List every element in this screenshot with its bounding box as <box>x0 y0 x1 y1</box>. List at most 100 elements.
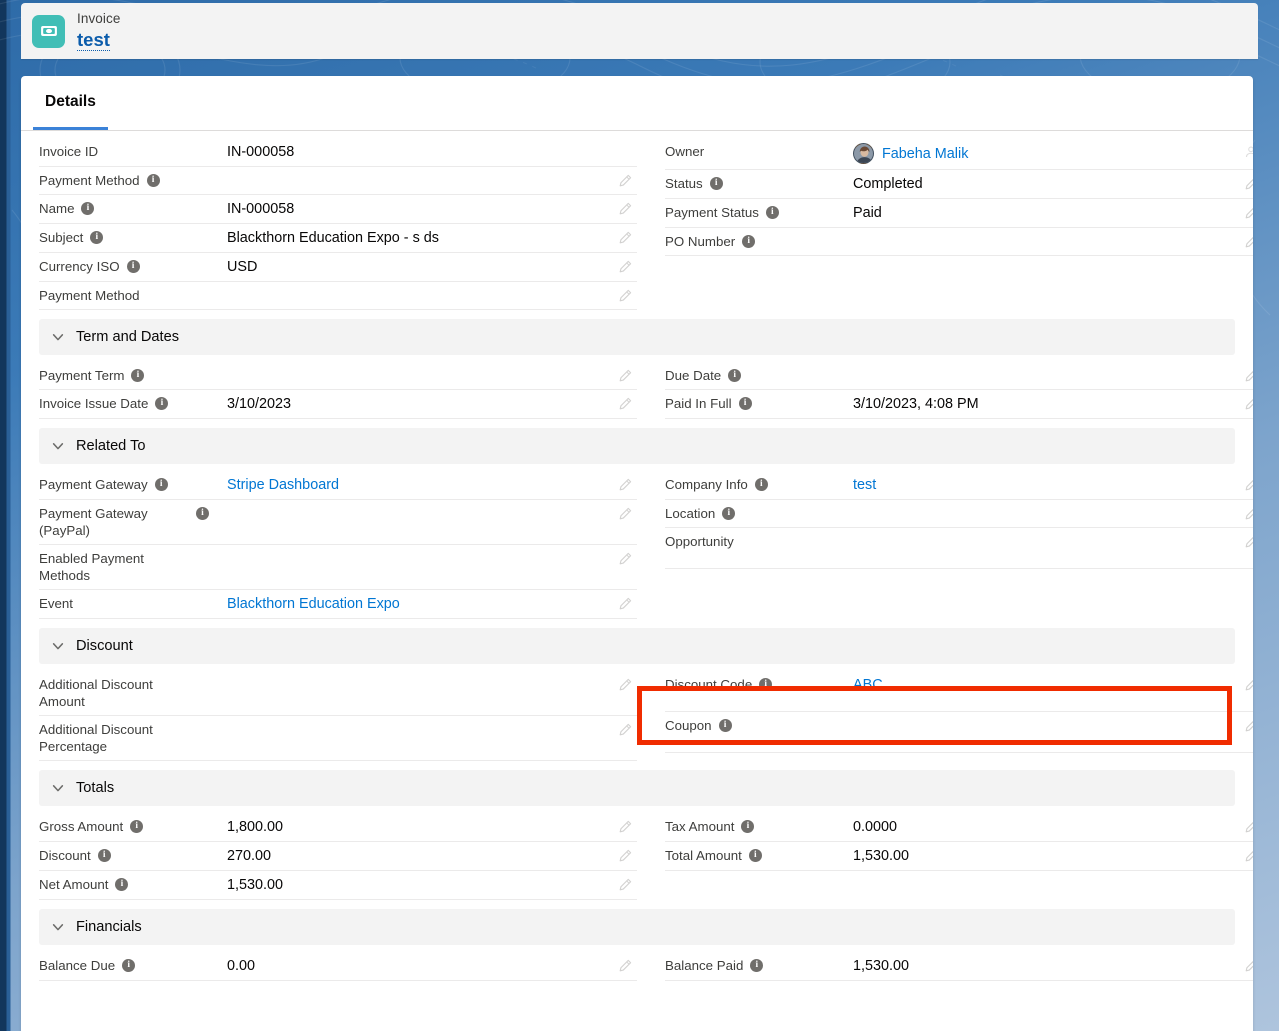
field-value-text: 3/10/2023 <box>227 396 292 412</box>
field-value: IN-000058 <box>227 143 637 161</box>
field-value: Blackthorn Education Expo - s ds <box>227 229 637 247</box>
record-name-link[interactable]: test <box>77 29 110 51</box>
field-label-text: Discount <box>39 848 91 863</box>
field-row: Name i IN-000058 <box>39 195 637 224</box>
field-label-text: Gross Amount <box>39 819 124 834</box>
info-icon[interactable]: i <box>90 231 104 244</box>
edit-pencil-icon[interactable] <box>617 368 633 384</box>
field-value-link[interactable]: Blackthorn Education Expo <box>227 595 637 613</box>
info-icon[interactable]: i <box>126 260 140 273</box>
tab-details[interactable]: Details <box>33 76 108 130</box>
field-value-link[interactable]: Fabeha Malik <box>853 143 1253 164</box>
vertical-scrollbar[interactable] <box>1245 76 1253 1031</box>
field-value: 1,530.00 <box>853 847 1253 865</box>
details-body: Invoice ID IN-000058 Payment Method i Name i I… <box>21 131 1253 981</box>
field-label: Balance Paid i <box>665 957 853 974</box>
edit-pencil-icon[interactable] <box>617 173 633 189</box>
info-icon[interactable]: i <box>97 849 111 862</box>
info-icon[interactable]: i <box>130 820 144 833</box>
edit-pencil-icon[interactable] <box>617 506 633 522</box>
section-header-term-and-dates[interactable]: Term and Dates <box>39 319 1235 355</box>
field-value-link[interactable]: Stripe Dashboard <box>227 476 637 494</box>
info-icon[interactable]: i <box>718 719 732 732</box>
field-label-text: Net Amount <box>39 877 109 892</box>
right-column: Company Info i test Location i Opportunity <box>665 471 1253 619</box>
field-label-text: Balance Due <box>39 958 116 973</box>
field-label: Discount Code i <box>665 676 853 693</box>
info-icon[interactable]: i <box>741 820 755 833</box>
edit-pencil-icon[interactable] <box>617 551 633 567</box>
edit-pencil-icon[interactable] <box>617 288 633 304</box>
field-label: Subject i <box>39 229 227 246</box>
section-fields-top: Invoice ID IN-000058 Payment Method i Name i I… <box>21 131 1253 310</box>
info-icon[interactable]: i <box>155 397 169 410</box>
section-header-related-to[interactable]: Related To <box>39 428 1235 464</box>
edit-pencil-icon[interactable] <box>617 877 633 893</box>
field-row: Balance Due i 0.00 <box>39 952 637 981</box>
field-label-text: Discount Code <box>665 677 753 692</box>
info-icon[interactable]: i <box>154 478 168 491</box>
edit-pencil-icon[interactable] <box>617 477 633 493</box>
field-label: Additional Discount Percentage <box>39 721 227 755</box>
info-icon[interactable]: i <box>196 507 209 520</box>
field-label-text: Opportunity <box>665 534 734 549</box>
field-value-link[interactable]: test <box>853 476 1253 494</box>
field-row: Payment Gateway i Stripe Dashboard <box>39 471 637 500</box>
field-label: PO Number i <box>665 233 853 250</box>
field-row: Location i <box>665 500 1253 528</box>
field-label-text: Payment Term <box>39 368 125 383</box>
field-row: Paid In Full i 3/10/2023, 4:08 PM <box>665 390 1253 419</box>
field-row: Gross Amount i 1,800.00 <box>39 813 637 842</box>
field-row: PO Number i <box>665 228 1253 256</box>
field-row: Payment Method i <box>39 167 637 195</box>
edit-pencil-icon[interactable] <box>617 819 633 835</box>
info-icon[interactable]: i <box>146 174 160 187</box>
section-header-totals[interactable]: Totals <box>39 770 1235 806</box>
field-label: Invoice ID <box>39 143 227 160</box>
chevron-down-icon <box>51 330 65 344</box>
field-label-text: Coupon <box>665 718 712 733</box>
info-icon[interactable]: i <box>122 959 136 972</box>
field-label: Status i <box>665 175 853 192</box>
field-value-text: ABC <box>853 677 883 693</box>
record-object-label: Invoice <box>77 11 121 27</box>
edit-pencil-icon[interactable] <box>617 230 633 246</box>
edit-pencil-icon[interactable] <box>617 259 633 275</box>
section-header-discount[interactable]: Discount <box>39 628 1235 664</box>
field-label: Currency ISO i <box>39 258 227 275</box>
field-value: IN-000058 <box>227 200 637 218</box>
info-icon[interactable]: i <box>750 959 764 972</box>
info-icon[interactable]: i <box>728 369 742 382</box>
chevron-down-icon <box>51 639 65 653</box>
edit-pencil-icon[interactable] <box>617 722 633 738</box>
field-label-text: Enabled Payment Methods <box>39 551 144 583</box>
field-value-link[interactable]: ABC <box>853 676 1253 694</box>
field-value: 1,800.00 <box>227 818 637 836</box>
edit-pencil-icon[interactable] <box>617 596 633 612</box>
edit-pencil-icon[interactable] <box>617 201 633 217</box>
field-value-text: test <box>853 477 877 493</box>
info-icon[interactable]: i <box>131 369 145 382</box>
left-column: Invoice ID IN-000058 Payment Method i Name i I… <box>39 138 637 310</box>
info-icon[interactable]: i <box>748 849 762 862</box>
info-icon[interactable]: i <box>115 878 129 891</box>
edit-pencil-icon[interactable] <box>617 396 633 412</box>
left-column: Additional Discount Amount Additional Dis… <box>39 671 637 761</box>
section-title: Financials <box>76 919 142 935</box>
section-header-financials[interactable]: Financials <box>39 909 1235 945</box>
field-label: Balance Due i <box>39 957 227 974</box>
info-icon[interactable]: i <box>709 177 723 190</box>
field-row: Event Blackthorn Education Expo <box>39 590 637 619</box>
info-icon[interactable]: i <box>722 507 736 520</box>
info-icon[interactable]: i <box>742 235 756 248</box>
left-column: Gross Amount i 1,800.00 Discount i 270.00 Net … <box>39 813 637 900</box>
right-column: Tax Amount i 0.0000 Total Amount i 1,530.00 <box>665 813 1253 900</box>
info-icon[interactable]: i <box>738 397 752 410</box>
edit-pencil-icon[interactable] <box>617 848 633 864</box>
edit-pencil-icon[interactable] <box>617 958 633 974</box>
info-icon[interactable]: i <box>759 678 773 691</box>
info-icon[interactable]: i <box>81 202 95 215</box>
info-icon[interactable]: i <box>765 206 779 219</box>
info-icon[interactable]: i <box>754 478 768 491</box>
edit-pencil-icon[interactable] <box>617 677 633 693</box>
